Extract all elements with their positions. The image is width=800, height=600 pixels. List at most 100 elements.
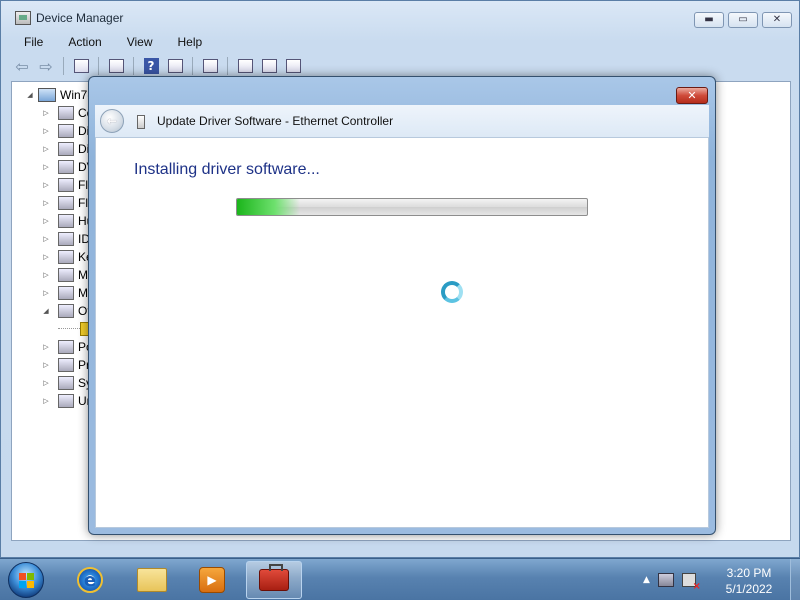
expand-triangle-icon[interactable]: ▷ <box>40 199 52 207</box>
back-button[interactable]: ← <box>100 109 124 133</box>
menu-bar: File Action View Help <box>11 33 214 51</box>
expand-triangle-icon[interactable]: ▷ <box>40 361 52 369</box>
tree-item[interactable]: ▷ Di <box>40 140 89 158</box>
tree-item[interactable]: ▷ Ke <box>40 248 93 266</box>
expand-triangle-icon[interactable]: ▷ <box>40 379 52 387</box>
uninstall-icon[interactable] <box>258 55 280 77</box>
device-category-icon <box>58 142 74 156</box>
expand-triangle-icon[interactable]: ▷ <box>40 181 52 189</box>
expand-triangle-icon[interactable]: ▷ <box>40 145 52 153</box>
folder-icon <box>137 568 167 592</box>
back-arrow-icon[interactable]: ⇦ <box>11 55 33 77</box>
close-button[interactable]: ✕ <box>762 12 792 28</box>
menu-action[interactable]: Action <box>55 33 113 51</box>
device-category-icon <box>58 106 74 120</box>
help-icon[interactable]: ? <box>140 55 162 77</box>
media-player-icon: ▶ <box>199 567 225 593</box>
expand-triangle-icon[interactable]: ▷ <box>40 253 52 261</box>
menu-file[interactable]: File <box>11 33 55 51</box>
show-desktop-button[interactable] <box>790 559 800 600</box>
expand-triangle-icon[interactable]: ▷ <box>40 289 52 297</box>
device-category-icon <box>58 268 74 282</box>
toolbar-separator <box>63 57 64 75</box>
tree-item[interactable]: ▷ Di <box>40 122 89 140</box>
internet-explorer-taskbar-button[interactable]: e <box>62 561 118 599</box>
network-icon[interactable] <box>657 573 674 587</box>
device-category-icon <box>58 178 74 192</box>
tree-item[interactable]: ▷ Co <box>40 104 93 122</box>
tree-item[interactable]: ◢ Ot <box>40 302 91 320</box>
volume-muted-icon[interactable] <box>681 573 701 592</box>
show-hidden-icons-icon[interactable]: ▲ <box>643 575 650 585</box>
window-title: Device Manager <box>36 11 124 25</box>
maximize-button[interactable]: ▭ <box>728 12 758 28</box>
expand-triangle-icon[interactable]: ▷ <box>40 235 52 243</box>
clock-time: 3:20 PM <box>726 566 772 580</box>
menu-help[interactable]: Help <box>165 33 215 51</box>
clock[interactable]: 3:20 PM 5/1/2022 <box>714 565 784 597</box>
tree-root-label: Win7- <box>60 88 92 102</box>
expand-triangle-icon[interactable]: ▷ <box>40 397 52 405</box>
forward-arrow-icon[interactable]: ⇨ <box>35 55 57 77</box>
tree-item[interactable]: ▷ Sy <box>40 374 92 392</box>
media-player-taskbar-button[interactable]: ▶ <box>184 561 240 599</box>
device-category-icon <box>58 358 74 372</box>
tree-item[interactable]: ▷ Fl <box>40 176 88 194</box>
system-tray: ▲ <box>643 569 701 592</box>
status-bar <box>11 541 791 555</box>
progress-fill <box>237 199 300 215</box>
device-category-icon <box>58 250 74 264</box>
expand-triangle-icon[interactable]: ▷ <box>40 163 52 171</box>
toolbar-separator <box>192 57 193 75</box>
expand-triangle-icon[interactable]: ▷ <box>40 109 52 117</box>
device-category-icon <box>58 340 74 354</box>
disable-device-icon[interactable] <box>282 55 304 77</box>
tree-item[interactable]: ▷ Fl <box>40 194 88 212</box>
toolbar-separator <box>227 57 228 75</box>
action-pane-icon[interactable] <box>164 55 186 77</box>
device-manager-app-icon <box>15 11 31 25</box>
dialog-header: ← Update Driver Software - Ethernet Cont… <box>95 105 709 137</box>
device-category-icon <box>58 376 74 390</box>
tree-root[interactable]: ◢ Win7- <box>24 87 91 103</box>
expand-triangle-icon[interactable]: ▷ <box>40 271 52 279</box>
tree-item[interactable]: ▷ DV <box>40 158 95 176</box>
device-category-icon <box>58 232 74 246</box>
tree-item[interactable]: ▷ M <box>40 266 88 284</box>
expand-triangle-icon[interactable]: ▷ <box>40 343 52 351</box>
scan-hardware-icon[interactable] <box>199 55 221 77</box>
toolbar-separator <box>133 57 134 75</box>
windows-explorer-taskbar-button[interactable] <box>124 561 180 599</box>
busy-spinner-icon <box>441 281 463 303</box>
device-manager-taskbar-button[interactable] <box>246 561 302 599</box>
update-driver-icon[interactable] <box>234 55 256 77</box>
collapse-triangle-icon[interactable]: ◢ <box>40 307 52 315</box>
start-button[interactable] <box>8 562 44 598</box>
windows-logo-icon <box>19 573 35 589</box>
expand-triangle-icon[interactable]: ▷ <box>40 217 52 225</box>
tree-item[interactable]: ▷ ID <box>40 230 90 248</box>
tree-item[interactable]: ▷ Po <box>40 338 93 356</box>
tree-item[interactable]: ▷ Hu <box>40 212 93 230</box>
progress-bar <box>236 198 588 216</box>
tree-item[interactable]: ▷ Ur <box>40 392 91 410</box>
expand-triangle-icon[interactable]: ▷ <box>40 127 52 135</box>
computer-icon <box>38 88 56 102</box>
toolbox-icon <box>259 564 289 591</box>
dialog-close-button[interactable]: ✕ <box>676 87 708 104</box>
tree-item-label: Fl <box>78 196 88 210</box>
device-category-icon <box>58 394 74 408</box>
show-hide-console-tree-icon[interactable] <box>70 55 92 77</box>
properties-icon[interactable] <box>105 55 127 77</box>
minimize-button[interactable]: ▬ <box>694 12 724 28</box>
title-bar[interactable]: Device Manager ▬ ▭ ✕ <box>1 1 799 33</box>
tree-item-label: M <box>78 286 88 300</box>
device-icon <box>137 115 145 129</box>
dialog-title: Update Driver Software - Ethernet Contro… <box>157 114 394 128</box>
tree-item[interactable]: ▷ Pr <box>40 356 90 374</box>
menu-view[interactable]: View <box>114 33 165 51</box>
collapse-triangle-icon[interactable]: ◢ <box>24 91 36 99</box>
tree-item[interactable]: ▷ M <box>40 284 88 302</box>
toolbar-separator <box>98 57 99 75</box>
device-category-icon <box>58 214 74 228</box>
